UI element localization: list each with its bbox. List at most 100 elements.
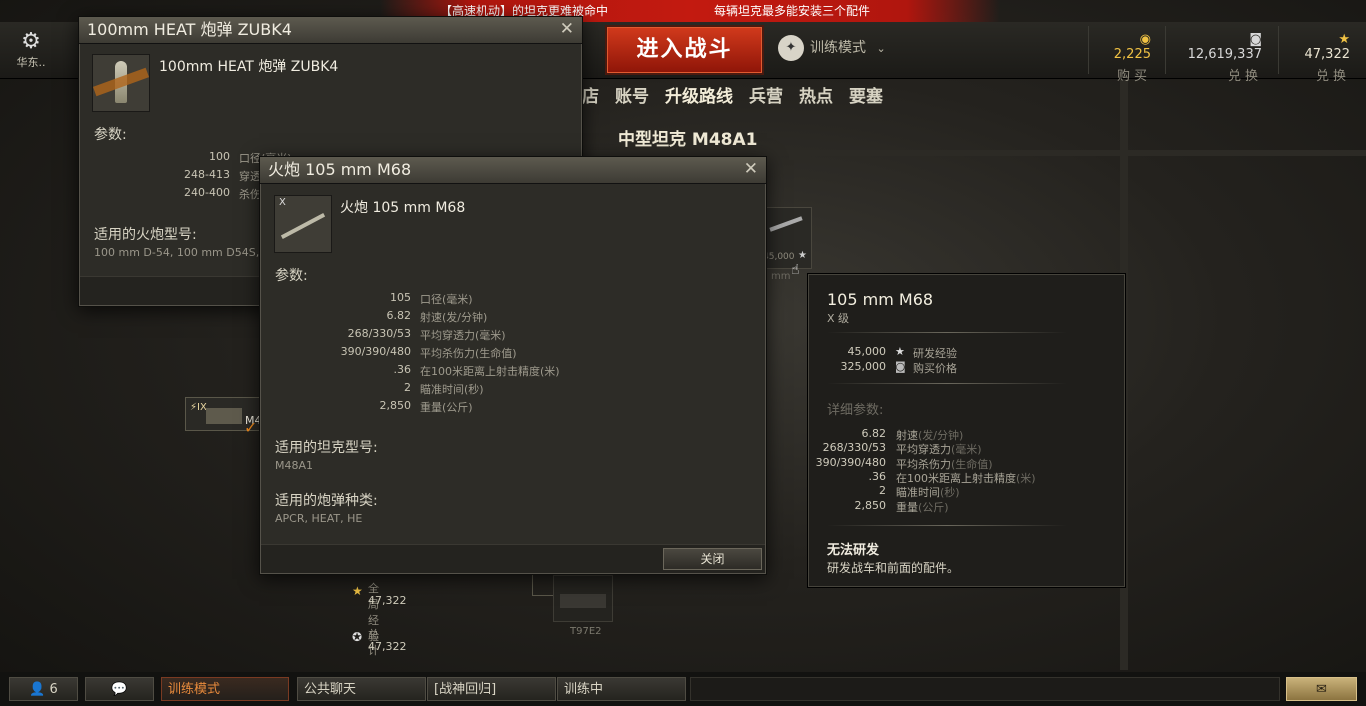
credits-icon: ◙ bbox=[895, 360, 906, 373]
param-value: 390/390/480 bbox=[340, 345, 411, 358]
research-xp-star-icon: ★ bbox=[895, 345, 905, 358]
tree-connector bbox=[532, 575, 553, 596]
param-name: 瞄准时间(秒) bbox=[420, 383, 484, 396]
tier-badge-icon: ⚡ bbox=[190, 402, 198, 413]
tab-account[interactable]: 账号 bbox=[615, 87, 649, 107]
detail-value: 390/390/480 bbox=[815, 456, 886, 469]
param-name: 射速(发/分钟) bbox=[420, 311, 488, 324]
exchange-credits-label: 兑换 bbox=[1227, 69, 1262, 84]
battle-button[interactable]: 进入战斗 bbox=[605, 25, 764, 75]
close-icon[interactable]: ✕ bbox=[744, 159, 758, 179]
compatible-guns-header: 适用的火炮型号: bbox=[94, 227, 197, 243]
param-value: 268/330/53 bbox=[347, 327, 411, 340]
total-value: 47,322 bbox=[368, 640, 407, 653]
settings-button[interactable]: ⚙ 华东.. bbox=[14, 30, 48, 70]
shell-thumbnail bbox=[92, 54, 150, 112]
gold-coin-icon: ◉ bbox=[1139, 32, 1151, 47]
training-mode-icon: ✦ bbox=[778, 35, 804, 61]
compatible-tanks-list: M48A1 bbox=[275, 459, 314, 472]
gun-node-label: mm bbox=[771, 271, 791, 282]
gun-info-window[interactable]: 火炮 105 mm M68 ✕ X 火炮 105 mm M68 参数: 105 … bbox=[259, 156, 767, 575]
total-xp-icon: ✪ bbox=[352, 630, 363, 644]
buy-gold-label: 购买 bbox=[1116, 69, 1151, 84]
param-name: 平均杀伤力(生命值) bbox=[420, 347, 517, 360]
compatible-shells-header: 适用的炮弹种类: bbox=[275, 493, 378, 509]
gun-node[interactable]: 45,000 ★ mm bbox=[760, 207, 812, 282]
cost-name: 研发经验 bbox=[913, 347, 957, 360]
training-room-button[interactable]: 训练模式 bbox=[161, 677, 289, 701]
detail-unit: (毫米) bbox=[951, 443, 982, 456]
detail-name: 重量 bbox=[896, 501, 918, 514]
hand-cursor-icon: ☝ bbox=[791, 262, 800, 278]
clan-channel-button[interactable]: [战神回归] bbox=[427, 677, 556, 701]
param-name: 杀伤 bbox=[239, 188, 261, 201]
close-button[interactable]: 关闭 bbox=[663, 548, 762, 570]
detail-value: .36 bbox=[868, 470, 887, 483]
gun-barrel-icon bbox=[280, 212, 326, 240]
star-icon: ★ bbox=[798, 250, 807, 261]
global-xp-value: 47,322 bbox=[368, 594, 407, 607]
free-xp-star-icon: ★ bbox=[1338, 32, 1350, 47]
gold-value: 2,225 bbox=[1113, 47, 1151, 62]
detail-value: 268/330/53 bbox=[822, 441, 886, 454]
detail-value: 2,850 bbox=[854, 499, 887, 512]
tab-barracks[interactable]: 兵营 bbox=[749, 87, 783, 107]
divider bbox=[1165, 26, 1166, 74]
cost-value: 45,000 bbox=[847, 345, 887, 358]
shell-name: 100mm HEAT 炮弹 ZUBK4 bbox=[159, 59, 339, 75]
marquee-message-right: 每辆坦克最多能安装三个配件 bbox=[714, 4, 871, 18]
gold-currency[interactable]: ◉ 2,225 购买 bbox=[1100, 32, 1151, 84]
detail-unit: (秒) bbox=[940, 486, 960, 499]
tab-research[interactable]: 升级路线 bbox=[665, 87, 733, 107]
tier-label: X bbox=[279, 197, 286, 208]
param-value: 6.82 bbox=[386, 309, 412, 322]
param-name: 重量(公斤) bbox=[420, 401, 473, 414]
tank-node[interactable]: ⚡IX M4 ✓ bbox=[185, 397, 262, 437]
detail-unit: (米) bbox=[1016, 472, 1036, 485]
tank-thumbnail bbox=[560, 594, 606, 608]
star-icon: ★ bbox=[352, 584, 363, 598]
tab-shop[interactable]: 店 bbox=[582, 87, 599, 107]
window-title: 火炮 105 mm M68 bbox=[268, 160, 412, 179]
user-icon: 👤 bbox=[29, 682, 46, 697]
param-name: 穿透 bbox=[239, 170, 261, 183]
param-name: 在100米距离上射击精度(米) bbox=[420, 365, 560, 378]
tank-node-t97e2[interactable] bbox=[553, 575, 613, 622]
free-xp-currency[interactable]: ★ 47,322 兑换 bbox=[1290, 32, 1351, 84]
credits-icon: ◙ bbox=[1249, 32, 1262, 47]
contacts-button[interactable]: 💬 bbox=[85, 677, 154, 701]
free-xp-value: 47,322 bbox=[1304, 47, 1351, 62]
credits-currency[interactable]: ◙ 12,619,337 兑换 bbox=[1180, 32, 1262, 84]
close-icon[interactable]: ✕ bbox=[560, 19, 574, 39]
mode-label: 训练模式 bbox=[810, 40, 866, 56]
tab-stronghold[interactable]: 要塞 bbox=[849, 87, 883, 107]
divider bbox=[827, 332, 1067, 333]
training-status-button[interactable]: 训练中 bbox=[557, 677, 686, 701]
detail-value: 6.82 bbox=[861, 427, 887, 440]
notifications-button[interactable]: ✉ bbox=[1286, 677, 1357, 701]
tank-title: 中型坦克 M48A1 bbox=[618, 130, 758, 150]
cost-value: 325,000 bbox=[840, 360, 887, 373]
divider bbox=[827, 525, 1067, 526]
tooltip-title: 105 mm M68 bbox=[827, 290, 934, 309]
window-titlebar[interactable]: 火炮 105 mm M68 bbox=[260, 157, 766, 184]
server-label: 华东.. bbox=[16, 56, 46, 69]
divider bbox=[1278, 26, 1279, 74]
param-value: 240-400 bbox=[184, 186, 230, 199]
gun-name: 火炮 105 mm M68 bbox=[340, 200, 466, 216]
compatible-shells-list: APCR, HEAT, HE bbox=[275, 512, 363, 525]
window-title: 100mm HEAT 炮弹 ZUBK4 bbox=[87, 20, 292, 39]
params-header: 参数: bbox=[94, 127, 127, 143]
window-titlebar[interactable]: 100mm HEAT 炮弹 ZUBK4 bbox=[79, 17, 582, 44]
detail-name: 瞄准时间 bbox=[896, 486, 940, 499]
detail-unit: (公斤) bbox=[918, 501, 949, 514]
mode-selector[interactable]: ✦ 训练模式 ⌄ bbox=[778, 34, 886, 62]
players-online-button[interactable]: 👤 6 bbox=[9, 677, 78, 701]
notification-area bbox=[690, 677, 1280, 701]
divider bbox=[1088, 26, 1089, 74]
credits-value: 12,619,337 bbox=[1187, 47, 1262, 62]
details-header: 详细参数: bbox=[827, 403, 884, 418]
public-chat-button[interactable]: 公共聊天 bbox=[297, 677, 426, 701]
compatible-guns-list: 100 mm D-54, 100 mm D54S, 10 bbox=[94, 246, 277, 259]
tab-events[interactable]: 热点 bbox=[799, 87, 833, 107]
